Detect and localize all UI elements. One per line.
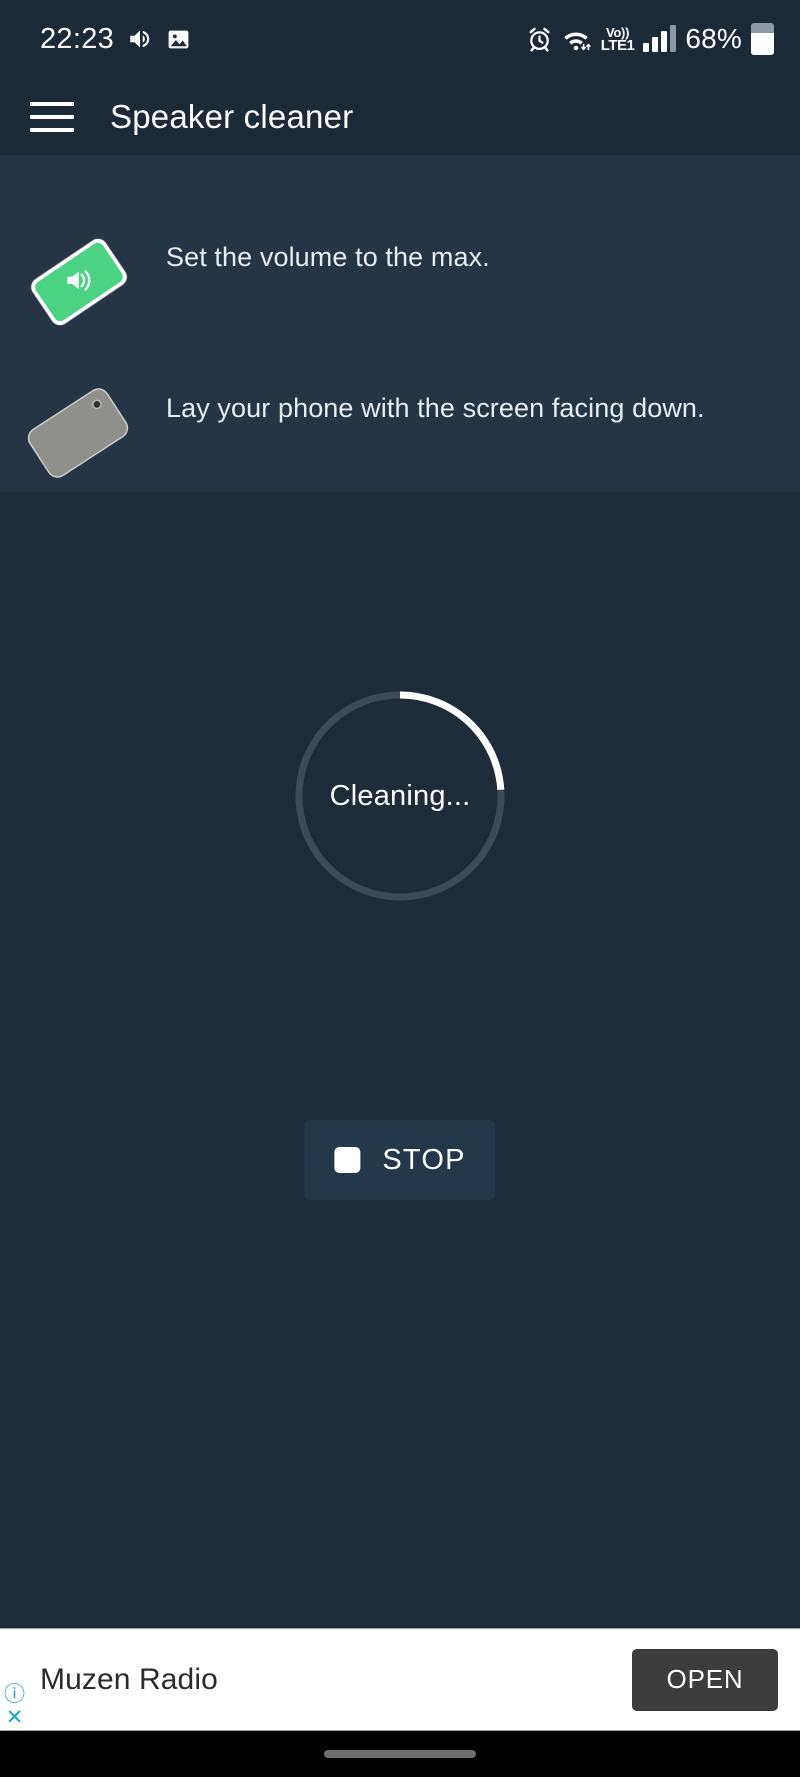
status-bar-right: Vo)) LTE1 68% (526, 23, 774, 55)
close-icon[interactable]: ✕ (6, 1707, 24, 1728)
app-screen: 22:23 Vo)) LTE1 68% Speaker cleaner Set … (0, 0, 800, 1777)
instruction-label: Lay your phone with the screen facing do… (166, 392, 705, 423)
info-icon[interactable]: ⓘ (4, 1684, 25, 1705)
progress-status-label: Cleaning... (329, 779, 471, 812)
battery-icon (751, 23, 774, 55)
image-icon (166, 27, 191, 52)
main-content: Cleaning... STOP (0, 492, 800, 1628)
ad-badges: ⓘ ✕ (4, 1684, 25, 1728)
home-gesture-pill[interactable] (324, 1750, 476, 1758)
signal-bars-icon (643, 25, 677, 52)
stop-button[interactable]: STOP (304, 1120, 496, 1200)
instruction-row-volume: Set the volume to the max. (0, 213, 800, 329)
phone-face-down-icon (23, 364, 156, 482)
wifi-icon (562, 26, 592, 53)
phone-volume-max-icon (27, 213, 156, 329)
stop-button-label: STOP (382, 1143, 466, 1176)
system-navigation-bar (0, 1731, 800, 1777)
page-title: Speaker cleaner (110, 97, 354, 135)
volume-on-icon (127, 26, 153, 52)
ad-title: Muzen Radio (40, 1662, 218, 1696)
status-bar-left: 22:23 (40, 23, 191, 56)
battery-percent-label: 68% (685, 23, 742, 54)
status-clock: 22:23 (40, 22, 115, 55)
cleaning-progress-ring: Cleaning... (288, 684, 512, 908)
instruction-label: Set the volume to the max. (166, 241, 490, 272)
ad-banner[interactable]: Muzen Radio OPEN ⓘ ✕ (0, 1628, 800, 1731)
volte-line2: LTE1 (600, 36, 635, 54)
stop-square-icon (334, 1147, 361, 1173)
ad-open-button[interactable]: OPEN (632, 1648, 778, 1711)
status-bar: 22:23 Vo)) LTE1 68% (0, 0, 800, 78)
instruction-row-facedown: Lay your phone with the screen facing do… (0, 364, 800, 482)
hamburger-menu-icon[interactable] (30, 101, 74, 132)
app-bar: Speaker cleaner (0, 78, 800, 155)
instructions-panel: Set the volume to the max. Lay your phon… (0, 155, 800, 492)
volte-indicator: Vo)) LTE1 (601, 26, 635, 53)
alarm-clock-icon (526, 26, 553, 53)
